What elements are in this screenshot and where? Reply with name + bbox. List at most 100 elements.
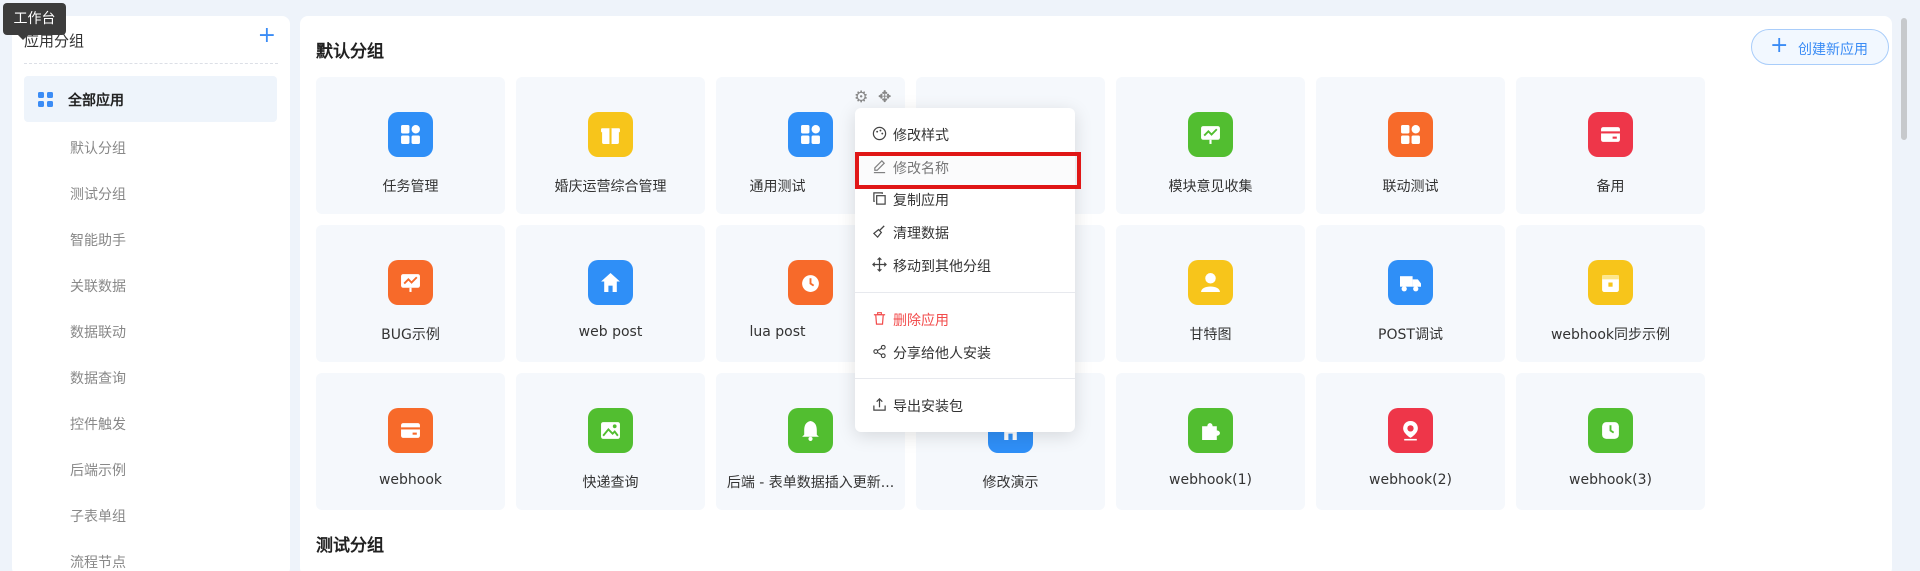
- sidebar-item-data-query[interactable]: 数据查询: [70, 368, 126, 388]
- menu-item-label: 分享给他人安装: [893, 346, 991, 362]
- main-panel: 默认分组 + 创建新应用 任务管理 婚庆运营综合管理 ⚙ ✥ 通用测试 模块意见…: [300, 16, 1892, 571]
- app-name: 备用: [1596, 179, 1625, 195]
- app-card[interactable]: 备用: [1516, 77, 1705, 214]
- grid-icon: [1388, 112, 1433, 157]
- app-card[interactable]: webhook(2): [1316, 373, 1505, 510]
- app-name: 通用测试: [749, 179, 806, 195]
- app-name: BUG示例: [381, 327, 440, 343]
- section-title-test: 测试分组: [316, 536, 384, 556]
- create-app-label: 创建新应用: [1798, 42, 1868, 58]
- app-name: 后端 - 表单数据插入更新...: [726, 475, 895, 491]
- menu-item-share-install[interactable]: 分享给他人安装: [855, 337, 1075, 367]
- menu-item-label: 清理数据: [893, 226, 949, 242]
- menu-divider: [855, 378, 1075, 379]
- app-name: POST调试: [1378, 327, 1443, 343]
- chart-board-icon: [388, 260, 433, 305]
- sidebar-item-ai-assistant[interactable]: 智能助手: [70, 230, 126, 250]
- sidebar-item-label: 全部应用: [68, 93, 124, 109]
- create-app-button[interactable]: + 创建新应用: [1751, 29, 1889, 65]
- gear-icon[interactable]: ⚙: [854, 87, 868, 106]
- picture-icon: [588, 408, 633, 453]
- trash-icon: [873, 312, 886, 325]
- menu-divider: [855, 292, 1075, 293]
- app-card[interactable]: 模块意见收集: [1116, 77, 1305, 214]
- app-name: 修改演示: [982, 475, 1039, 491]
- workbench-tooltip: 工作台: [3, 3, 66, 40]
- app-card[interactable]: webhook同步示例: [1516, 225, 1705, 362]
- sidebar-item-backend-examples[interactable]: 后端示例: [70, 460, 126, 480]
- app-card[interactable]: web post: [516, 225, 705, 362]
- user-icon: [1188, 260, 1233, 305]
- app-card[interactable]: webhook(3): [1516, 373, 1705, 510]
- sidebar-item-control-trigger[interactable]: 控件触发: [70, 414, 126, 434]
- grid-icon: [788, 112, 833, 157]
- location-icon: [1388, 408, 1433, 453]
- app-card[interactable]: 联动测试: [1316, 77, 1505, 214]
- bag-icon: [1588, 260, 1633, 305]
- app-name: 任务管理: [382, 179, 439, 195]
- puzzle-icon: [1188, 408, 1233, 453]
- menu-item-export-package[interactable]: 导出安装包: [855, 390, 1075, 420]
- menu-item-delete-app[interactable]: 删除应用: [855, 304, 1075, 334]
- move-icon[interactable]: ✥: [878, 87, 891, 106]
- app-name: web post: [578, 324, 643, 340]
- palette-icon: [872, 126, 887, 141]
- app-name: 模块意见收集: [1168, 179, 1253, 195]
- rename-highlight-box: [855, 152, 1081, 189]
- clock-icon: [1588, 408, 1633, 453]
- sidebar-item-flow-nodes[interactable]: 流程节点: [70, 552, 126, 571]
- grid-icon: [388, 112, 433, 157]
- app-card[interactable]: webhook: [316, 373, 505, 510]
- app-card[interactable]: BUG示例: [316, 225, 505, 362]
- menu-item-edit-style[interactable]: 修改样式: [855, 119, 1075, 149]
- grid-icon: [38, 92, 53, 107]
- app-name: webhook(3): [1569, 472, 1652, 488]
- app-card[interactable]: 快递查询: [516, 373, 705, 510]
- section-title-default: 默认分组: [316, 42, 384, 62]
- chart-board-icon: [1188, 112, 1233, 157]
- app-name: webhook(1): [1169, 472, 1252, 488]
- app-name: webhook同步示例: [1550, 327, 1671, 343]
- menu-item-label: 复制应用: [893, 193, 949, 209]
- app-card[interactable]: POST调试: [1316, 225, 1505, 362]
- app-card[interactable]: webhook(1): [1116, 373, 1305, 510]
- menu-item-label: 导出安装包: [893, 399, 963, 415]
- plus-icon[interactable]: +: [258, 25, 276, 47]
- gift-icon: [588, 112, 633, 157]
- sidebar-item-all-apps[interactable]: 全部应用: [24, 76, 277, 122]
- copy-icon: [873, 192, 886, 205]
- bell-icon: [788, 408, 833, 453]
- sidebar-item-subform-group[interactable]: 子表单组: [70, 506, 126, 526]
- home-icon: [588, 260, 633, 305]
- app-name: webhook(2): [1369, 472, 1452, 488]
- sidebar-item-related-data[interactable]: 关联数据: [70, 276, 126, 296]
- share-icon: [873, 344, 886, 359]
- app-card[interactable]: 任务管理: [316, 77, 505, 214]
- sidebar: 应用分组 + 全部应用 默认分组 测试分组 智能助手 关联数据 数据联动 数据查…: [12, 16, 290, 571]
- card-icon: [1588, 112, 1633, 157]
- alarm-icon: [788, 260, 833, 305]
- sidebar-item-test-group[interactable]: 测试分组: [70, 184, 126, 204]
- menu-item-label: 修改样式: [893, 128, 949, 144]
- export-icon: [873, 398, 886, 411]
- truck-icon: [1388, 260, 1433, 305]
- app-name: lua post: [749, 324, 806, 340]
- menu-item-label: 移动到其他分组: [893, 259, 991, 275]
- app-name: 甘特图: [1189, 327, 1232, 343]
- menu-item-label: 删除应用: [893, 313, 949, 329]
- app-name: 婚庆运营综合管理: [554, 179, 667, 195]
- sidebar-item-default-group[interactable]: 默认分组: [70, 138, 126, 158]
- app-card[interactable]: 甘特图: [1116, 225, 1305, 362]
- card-icon: [388, 408, 433, 453]
- broom-icon: [872, 225, 885, 239]
- app-name: 快递查询: [582, 475, 639, 491]
- plus-icon: +: [1770, 33, 1789, 58]
- app-name: 联动测试: [1382, 179, 1439, 195]
- menu-item-clear-data[interactable]: 清理数据: [855, 217, 1075, 247]
- app-name: webhook: [378, 472, 443, 488]
- app-card[interactable]: 婚庆运营综合管理: [516, 77, 705, 214]
- scrollbar[interactable]: [1901, 18, 1907, 140]
- sidebar-item-data-linkage[interactable]: 数据联动: [70, 322, 126, 342]
- move-icon: [872, 257, 887, 272]
- menu-item-move-to-group[interactable]: 移动到其他分组: [855, 250, 1075, 280]
